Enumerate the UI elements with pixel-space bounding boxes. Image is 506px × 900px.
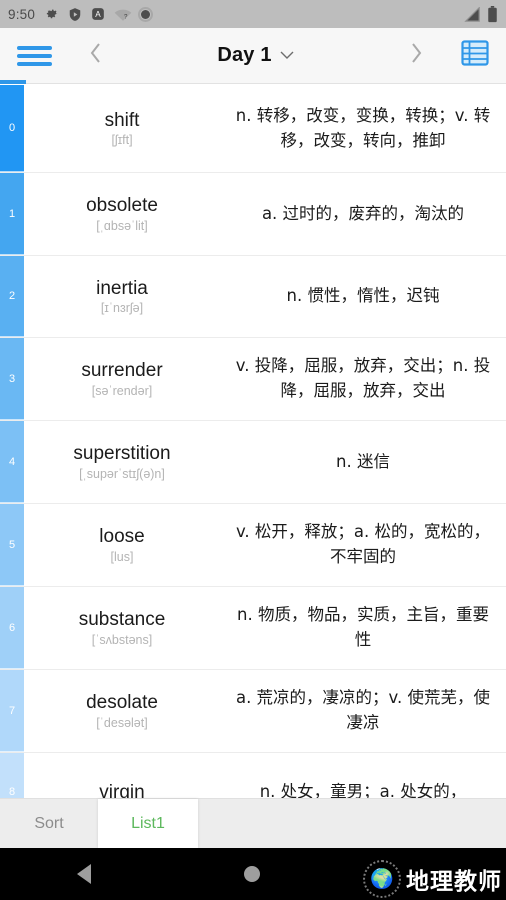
bottom-tab-bar: Sort List1 bbox=[0, 798, 506, 848]
wifi-question-icon: ? bbox=[114, 7, 132, 22]
phonetic-text: [ˌsupərˈstɪʃ(ə)n] bbox=[79, 466, 165, 481]
definition-cell[interactable]: n. 物质，物品，实质，主旨，重要性 bbox=[220, 587, 506, 669]
word-text: inertia bbox=[96, 277, 148, 299]
phonetic-text: [səˈrendər] bbox=[91, 383, 153, 398]
table-row[interactable]: 4 superstition [ˌsupərˈstɪʃ(ə)n] n. 迷信 bbox=[0, 421, 506, 504]
phonetic-text: [ˌɑbsəˈlit] bbox=[96, 218, 148, 233]
table-row[interactable]: 5 loose [lus] v. 松开，释放；a. 松的，宽松的，不牢固的 bbox=[0, 504, 506, 587]
nav-home-button[interactable] bbox=[168, 866, 336, 882]
word-text: shift bbox=[104, 109, 140, 131]
battery-icon bbox=[487, 5, 498, 23]
chevron-down-icon bbox=[279, 47, 295, 65]
watermark: 🌍 地理教师 bbox=[363, 860, 502, 898]
tab-bar-filler bbox=[198, 799, 506, 848]
phonetic-text: [ʃɪft] bbox=[111, 133, 133, 148]
hamburger-icon bbox=[16, 42, 52, 70]
row-index: 1 bbox=[0, 173, 24, 255]
table-row[interactable]: 2 inertia [ɪˈnɜrʃə] n. 惯性，惰性，迟钝 bbox=[0, 256, 506, 338]
table-row[interactable]: 1 obsolete [ˌɑbsəˈlit] a. 过时的，废弃的，淘汰的 bbox=[0, 173, 506, 256]
gear-icon bbox=[44, 7, 59, 22]
word-cell[interactable]: loose [lus] bbox=[24, 504, 220, 586]
next-day-button[interactable] bbox=[388, 39, 444, 72]
app-toolbar: Day 1 bbox=[0, 28, 506, 84]
day-selector[interactable]: Day 1 bbox=[124, 44, 388, 67]
android-nav-bar: 🌍 地理教师 bbox=[0, 848, 506, 900]
phonetic-text: [ˈsʌbstəns] bbox=[91, 632, 153, 647]
definition-cell[interactable]: n. 转移，改变，变换，转换；v. 转移，改变，转向，推卸 bbox=[220, 85, 506, 172]
row-index: 6 bbox=[0, 587, 24, 669]
status-right-group bbox=[464, 0, 498, 28]
row-index: 0 bbox=[0, 85, 24, 172]
back-triangle-icon bbox=[77, 864, 91, 884]
word-text: obsolete bbox=[86, 195, 158, 217]
table-row[interactable]: 0 shift [ʃɪft] n. 转移，改变，变换，转换；v. 转移，改变，转向，推… bbox=[0, 85, 506, 173]
word-cell[interactable]: desolate [ˈdesələt] bbox=[24, 670, 220, 752]
watermark-label: 地理教师 bbox=[406, 868, 502, 895]
status-bar: 9:50 A ? bbox=[0, 0, 506, 28]
word-cell[interactable]: surrender [səˈrendər] bbox=[24, 338, 220, 420]
word-text: surrender bbox=[81, 360, 163, 382]
signal-icon bbox=[464, 6, 481, 22]
definition-cell[interactable]: v. 松开，释放；a. 松的，宽松的，不牢固的 bbox=[220, 504, 506, 586]
globe-icon: 🌍 bbox=[363, 860, 401, 898]
table-row[interactable]: 3 surrender [səˈrendər] v. 投降，屈服，放弃，交出；n. 投… bbox=[0, 338, 506, 421]
definition-cell[interactable]: a. 过时的，废弃的，淘汰的 bbox=[220, 173, 506, 255]
word-list[interactable]: 0 shift [ʃɪft] n. 转移，改变，变换，转换；v. 转移，改变，转向，推… bbox=[0, 85, 506, 900]
word-cell[interactable]: substance [ˈsʌbstəns] bbox=[24, 587, 220, 669]
word-text: desolate bbox=[86, 692, 158, 714]
definition-cell[interactable]: n. 迷信 bbox=[220, 421, 506, 503]
definition-cell[interactable]: v. 投降，屈服，放弃，交出；n. 投降，屈服，放弃，交出 bbox=[220, 338, 506, 420]
app-a-icon: A bbox=[91, 7, 105, 21]
phonetic-text: [ˈdesələt] bbox=[96, 715, 148, 730]
phonetic-text: [ɪˈnɜrʃə] bbox=[100, 301, 144, 316]
phonetic-text: [lus] bbox=[110, 549, 134, 564]
page-title: Day 1 bbox=[217, 44, 272, 66]
word-text: superstition bbox=[73, 443, 171, 465]
word-cell[interactable]: obsolete [ˌɑbsəˈlit] bbox=[24, 173, 220, 255]
list-view-icon bbox=[460, 39, 490, 72]
row-index: 3 bbox=[0, 338, 24, 420]
menu-button[interactable] bbox=[0, 42, 68, 70]
chevron-left-icon bbox=[87, 39, 105, 72]
dot-icon bbox=[138, 6, 154, 22]
tab-list1-label: List1 bbox=[131, 814, 165, 832]
shield-icon bbox=[68, 7, 82, 22]
word-cell[interactable]: superstition [ˌsupərˈstɪʃ(ə)n] bbox=[24, 421, 220, 503]
chevron-right-icon bbox=[407, 39, 425, 72]
svg-text:?: ? bbox=[124, 13, 128, 20]
nav-back-button[interactable] bbox=[0, 864, 168, 884]
status-clock: 9:50 bbox=[8, 6, 36, 22]
definition-cell[interactable]: a. 荒凉的，凄凉的；v. 使荒芜，使凄凉 bbox=[220, 670, 506, 752]
progress-indicator bbox=[0, 80, 26, 84]
tab-sort[interactable]: Sort bbox=[0, 799, 98, 848]
row-index: 4 bbox=[0, 421, 24, 503]
row-index: 7 bbox=[0, 670, 24, 752]
home-circle-icon bbox=[244, 866, 260, 882]
word-text: loose bbox=[99, 526, 145, 548]
tab-sort-label: Sort bbox=[34, 814, 64, 832]
table-row[interactable]: 6 substance [ˈsʌbstəns] n. 物质，物品，实质，主旨，重要性 bbox=[0, 587, 506, 670]
table-row[interactable]: 7 desolate [ˈdesələt] a. 荒凉的，凄凉的；v. 使荒芜，使凄凉 bbox=[0, 670, 506, 753]
word-text: substance bbox=[78, 609, 166, 631]
svg-text:A: A bbox=[95, 10, 101, 19]
app-screen: 9:50 A ? Day 1 0 shift [ʃɪft] n. 转移，改变，变… bbox=[0, 0, 506, 900]
row-index: 2 bbox=[0, 256, 24, 337]
previous-day-button[interactable] bbox=[68, 39, 124, 72]
word-cell[interactable]: shift [ʃɪft] bbox=[24, 85, 220, 172]
word-cell[interactable]: inertia [ɪˈnɜrʃə] bbox=[24, 256, 220, 337]
definition-cell[interactable]: n. 惯性，惰性，迟钝 bbox=[220, 256, 506, 337]
list-view-button[interactable] bbox=[444, 39, 506, 72]
tab-list1[interactable]: List1 bbox=[98, 799, 198, 848]
row-index: 5 bbox=[0, 504, 24, 586]
